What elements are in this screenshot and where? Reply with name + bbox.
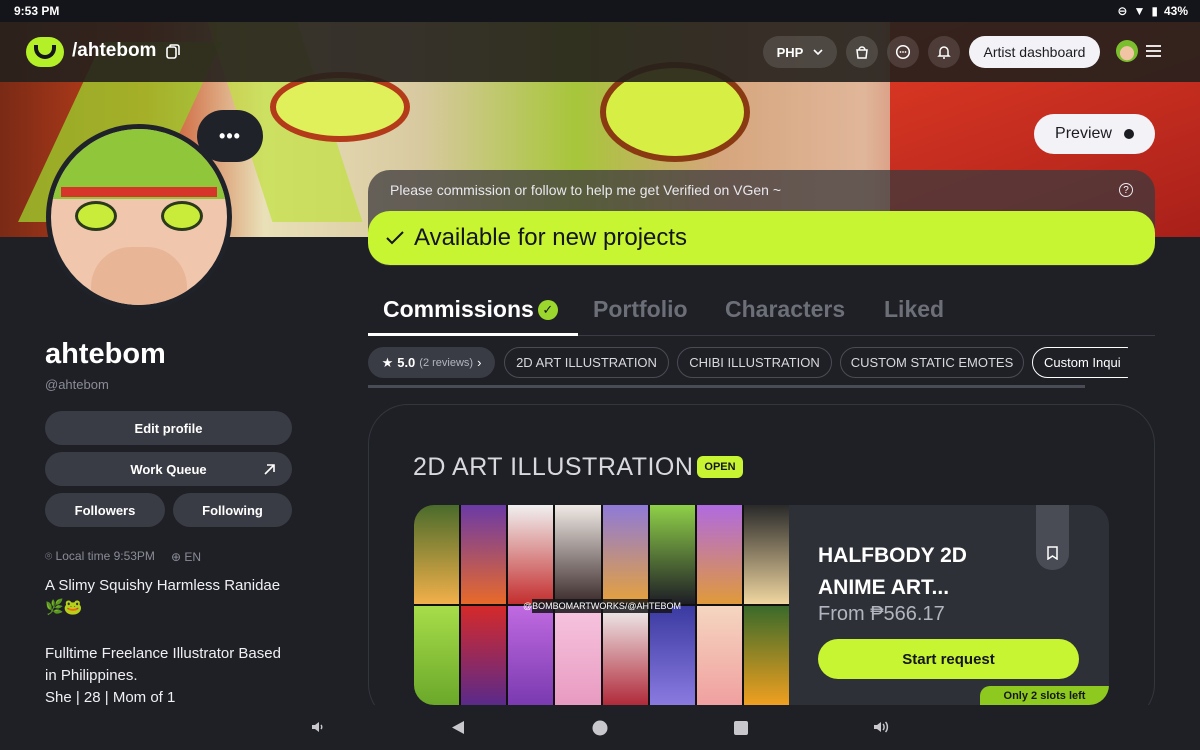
page-handle: /ahtebom [72,40,157,61]
rating-chip[interactable]: ★ 5.0 (2 reviews) › [368,347,495,378]
availability-status: Available for new projects [368,211,1155,265]
status-time: 9:53 PM [14,4,60,18]
preview-button[interactable]: Preview [1034,114,1155,154]
preview-label: Preview [1055,125,1112,142]
work-queue-button[interactable]: Work Queue [45,452,292,486]
battery-level: 43% [1163,4,1188,18]
bookmark-icon [1047,546,1058,560]
offer-title-line: ANIME ART... [818,576,950,599]
external-arrow-icon [264,463,275,475]
rating-value: 5.0 [397,355,416,370]
globe-icon: ⊕ [170,549,181,564]
recents-icon[interactable] [734,721,748,735]
status-icons: ⊖ ▼ ▮ 43% [1117,4,1188,18]
chip-2d-art[interactable]: 2D ART ILLUSTRATION [504,347,669,378]
review-count: (2 reviews) [419,356,474,369]
profile-handle: @ahtebom [45,377,109,392]
profile-name: ahtebom [45,338,166,370]
volume-up-icon[interactable] [872,719,890,735]
start-request-button[interactable]: Start request [818,639,1079,679]
battery-icon: ▮ [1151,4,1158,18]
chevron-down-icon [813,49,823,55]
offer-title-line: HALFBODY 2D [818,544,967,567]
offer-title: HALFBODY 2D ANIME ART... [818,540,1018,604]
bell-icon [937,46,951,59]
location-pin-icon: ⌾ [45,549,53,563]
vgen-logo-icon[interactable] [26,37,64,67]
copy-icon[interactable] [166,44,180,60]
following-button[interactable]: Following [173,493,292,527]
cart-button[interactable] [846,36,878,68]
ellipsis-icon: ••• [219,125,241,146]
section-title: 2D ART ILLUSTRATION [413,453,694,481]
wifi-icon: ▼ [1133,4,1146,18]
user-avatar[interactable] [1116,40,1138,62]
back-icon[interactable] [451,720,465,735]
gallery-watermark: @BOMBOMARTWORKS/@AHTEBOM [522,599,682,613]
offer-price: From ₱566.17 [818,603,945,625]
verification-note: Please commission or follow to help me g… [390,182,782,198]
status-badge: OPEN [697,456,743,478]
more-options-button[interactable]: ••• [197,110,263,162]
tab-commissions-label: Commissions [383,296,534,322]
notifications-button[interactable] [928,36,960,68]
chip-custom-inquiry[interactable]: Custom Inqui [1032,347,1128,378]
bio-line: Fulltime Freelance Illustrator Based [45,645,281,662]
help-icon[interactable]: ? [1119,183,1133,197]
offer-card[interactable]: @BOMBOMARTWORKS/@AHTEBOM HALFBODY 2D ANI… [414,505,1109,705]
currency-select[interactable]: PHP [763,36,837,68]
volume-down-icon[interactable] [310,719,326,735]
edit-profile-button[interactable]: Edit profile [45,411,292,445]
local-time: Local time 9:53PM [55,549,155,563]
chat-bubble-icon [895,44,911,60]
active-tab-indicator [368,333,578,336]
followers-button[interactable]: Followers [45,493,165,527]
chips-scrollbar[interactable] [368,385,1085,388]
dnd-icon: ⊖ [1117,4,1128,18]
language: EN [184,549,202,564]
messages-button[interactable] [887,36,919,68]
tab-liked[interactable]: Liked [884,296,944,323]
artist-dashboard-button[interactable]: Artist dashboard [969,36,1100,68]
star-icon: ★ [381,354,394,370]
bookmark-button[interactable] [1036,505,1069,570]
bio-line: in Philippines. [45,667,138,684]
bio-line: A Slimy Squishy Harmless Ranidae [45,577,281,594]
tab-commissions[interactable]: Commissions ✓ [383,296,558,323]
chevron-right-icon: › [477,355,482,370]
status-bar: 9:53 PM ⊖ ▼ ▮ 43% [0,0,1200,22]
currency-label: PHP [776,44,804,60]
tab-portfolio[interactable]: Portfolio [593,296,688,323]
local-time-row: ⌾ Local time 9:53PM ⊕ EN [45,549,201,564]
hamburger-menu-icon[interactable] [1146,45,1161,57]
tab-characters[interactable]: Characters [725,296,845,323]
profile-tabs: Commissions ✓ Portfolio Characters Liked [368,290,1155,336]
availability-text: Available for new projects [414,224,688,251]
home-icon[interactable] [592,720,608,736]
bio-emoji: 🌿🐸 [45,599,83,616]
chip-custom-emotes[interactable]: CUSTOM STATIC EMOTES [840,347,1024,378]
record-dot-icon [1123,129,1134,139]
slots-left-badge: Only 2 slots left [980,686,1109,705]
shopping-bag-icon [856,46,868,59]
system-navigation-bar [0,705,1200,750]
check-badge-icon: ✓ [537,300,558,320]
work-queue-label: Work Queue [130,461,207,477]
service-category-chips: ★ 5.0 (2 reviews) › 2D ART ILLUSTRATION … [368,347,1128,379]
checkmark-icon [386,231,404,245]
chip-chibi[interactable]: CHIBI ILLUSTRATION [677,347,832,378]
